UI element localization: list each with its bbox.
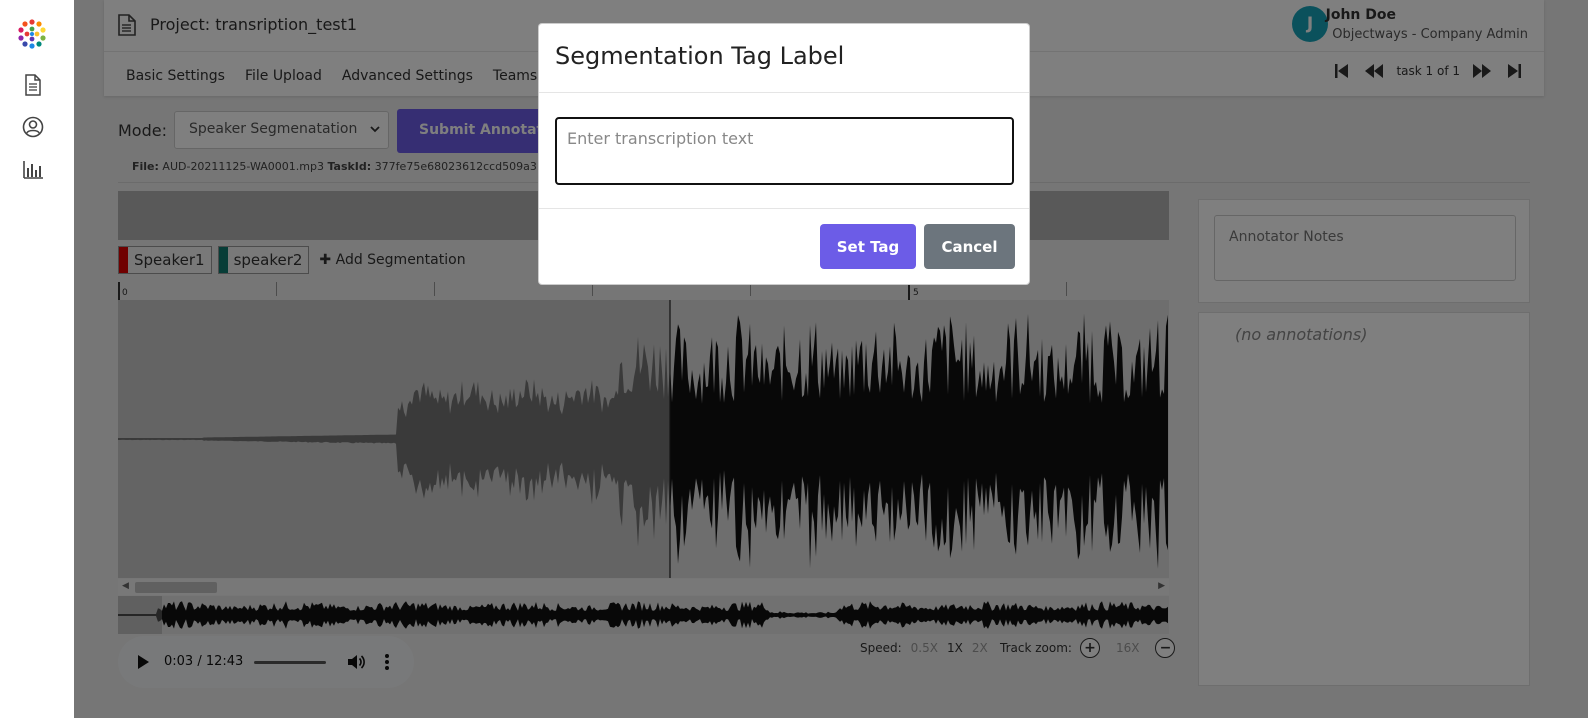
cancel-button[interactable]: Cancel [924,224,1015,269]
logo-icon[interactable] [16,18,48,50]
set-tag-button[interactable]: Set Tag [820,224,916,269]
segmentation-tag-modal: Segmentation Tag Label Set Tag Cancel [538,23,1030,285]
document-icon[interactable] [22,74,44,96]
modal-title: Segmentation Tag Label [555,42,845,70]
transcription-text-input[interactable] [555,117,1014,185]
user-icon[interactable] [22,116,44,138]
chart-icon[interactable] [22,158,44,180]
modal-body [539,93,1029,209]
modal-header: Segmentation Tag Label [539,24,1029,93]
sidebar [0,0,74,718]
